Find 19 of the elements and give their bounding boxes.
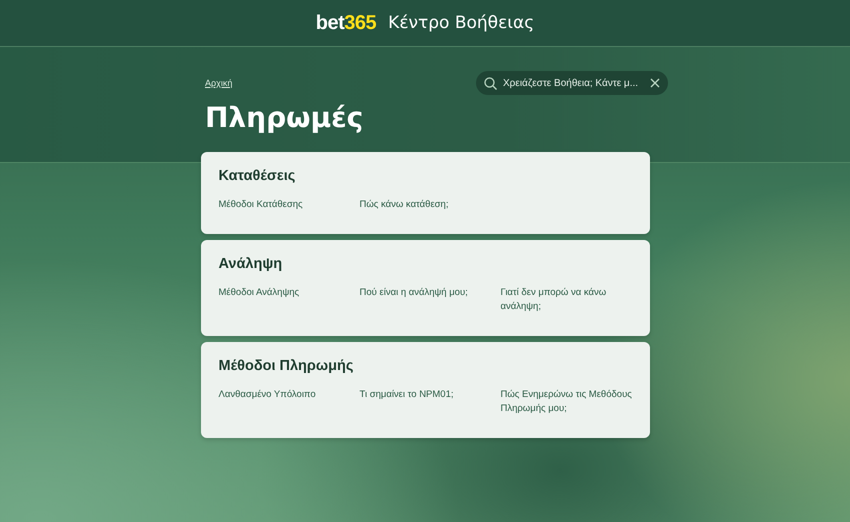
section-title: Μέθοδοι Πληρωμής: [218, 358, 354, 374]
breadcrumb-link[interactable]: Αρχική: [205, 78, 232, 88]
help-link[interactable]: Πώς κάνω κατάθεση;: [360, 198, 500, 212]
section-title: Καταθέσεις: [218, 168, 296, 184]
search-field[interactable]: Χρειάζεστε Βοήθεια; Κάντε μ...: [503, 78, 644, 88]
help-link[interactable]: Λανθασμένο Υπόλοιπο: [218, 388, 360, 416]
help-link[interactable]: Μέθοδοι Ανάληψης: [218, 286, 360, 314]
header-title: Κέντρο Βοήθειας: [388, 13, 534, 33]
help-link[interactable]: Γιατί δεν μπορώ να κάνω ανάληψη;: [500, 286, 642, 314]
search-icon: [484, 76, 497, 90]
help-link[interactable]: Τι σημαίνει το NPM01;: [360, 388, 500, 416]
help-link[interactable]: Πού είναι η ανάληψή μου;: [360, 286, 500, 314]
help-link[interactable]: Μέθοδοι Κατάθεσης: [218, 198, 360, 212]
close-icon[interactable]: [650, 78, 660, 88]
logo[interactable]: bet365: [316, 12, 376, 34]
help-link[interactable]: Πώς Ενημερώνω τις Μεθόδους Πληρωμής μου;: [500, 388, 642, 416]
search-bar[interactable]: Χρειάζεστε Βοήθεια; Κάντε μ...: [476, 71, 668, 95]
page-title: Πληρωμές: [205, 101, 364, 134]
section-title: Ανάληψη: [218, 256, 284, 272]
